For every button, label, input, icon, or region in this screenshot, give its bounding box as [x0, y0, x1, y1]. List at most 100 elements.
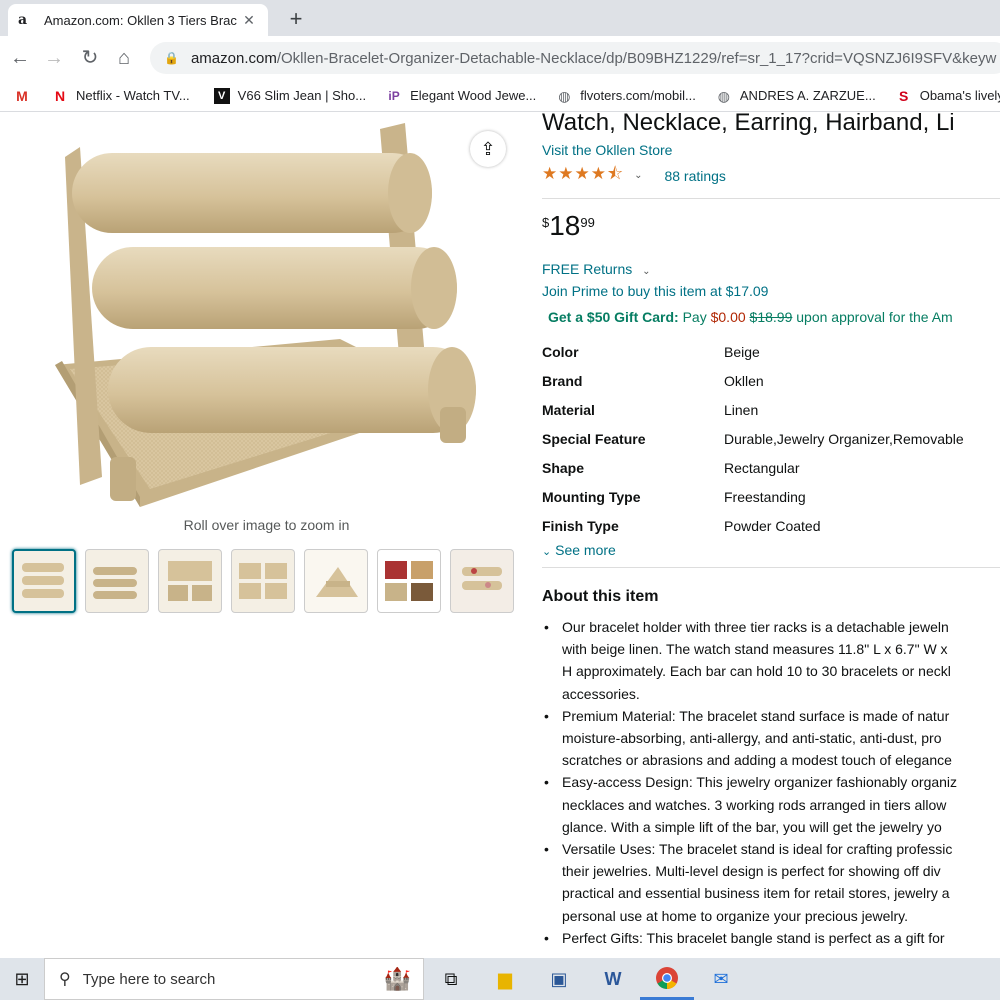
spec-value: Linen [724, 401, 759, 418]
windows-start-icon[interactable]: ⊞ [0, 969, 44, 990]
price: $ 18 99 [542, 211, 1000, 241]
thumbnail-7[interactable] [450, 549, 514, 613]
gift-pay-text: Pay [682, 309, 707, 325]
spec-row: Shape Rectangular [542, 453, 1000, 482]
chrome-logo-icon [656, 966, 678, 989]
store-link[interactable]: Visit the Okllen Store [542, 142, 1000, 158]
spec-value: Beige [724, 343, 760, 360]
file-explorer-icon[interactable]: ▆ [478, 958, 532, 1000]
share-icon: ⇪ [480, 139, 496, 159]
bookmark-obama[interactable]: S Obama's lively l [896, 88, 1000, 104]
gmail-icon: M [16, 87, 28, 104]
bookmark-label: Obama's lively l [919, 88, 1000, 103]
thumbnail-3[interactable] [158, 549, 222, 613]
about-line: with beige linen. The watch stand measur… [562, 641, 948, 658]
zoom-hint: Roll over image to zoom in [183, 517, 350, 533]
spec-key: Color [542, 343, 579, 360]
bookmark-gmail[interactable]: M [14, 88, 38, 104]
thumbnail-strip [12, 549, 523, 613]
taskbar-search[interactable]: ⚲ Type here to search 🏰 [44, 958, 424, 1000]
tab-title: Amazon.com: Okllen 3 Tiers Brac [44, 12, 237, 28]
chevron-down-icon: ⌄ [642, 266, 651, 277]
thumbnail-image [385, 561, 433, 601]
globe-icon: ◍ [558, 87, 571, 104]
about-line: H approximately. Each bar can hold 10 to… [562, 663, 951, 680]
thumbnail-4[interactable] [231, 549, 295, 613]
about-bullet: Easy-access Design: This jewelry organiz… [542, 771, 1000, 793]
gift-old-price: $18.99 [749, 309, 793, 325]
spec-row: Mounting Type Freestanding [542, 482, 1000, 511]
ratings-link[interactable]: 88 ratings [664, 168, 725, 184]
address-bar[interactable]: 🔒 amazon.com/Okllen-Bracelet-Organizer-D… [150, 42, 1000, 74]
close-icon[interactable]: ✕ [240, 12, 258, 29]
thumbnail-image [462, 567, 502, 590]
spec-key: Brand [542, 372, 583, 389]
taskbar: ⊞ ⚲ Type here to search 🏰 ⧉ ▆ ▣ W ✉ [0, 958, 1000, 1000]
store-icon[interactable]: ▣ [532, 958, 586, 1000]
spec-row: Color Beige [542, 337, 1000, 366]
prime-offer-link[interactable]: Join Prime to buy this item at $17.09 [542, 283, 1000, 299]
gift-tail-text: upon approval for the Am [796, 309, 953, 325]
reload-icon[interactable]: ↻ [76, 44, 104, 72]
task-view-icon[interactable]: ⧉ [424, 958, 478, 1000]
spec-key: Special Feature [542, 430, 646, 447]
thumbnail-image [93, 567, 137, 599]
amazon-favicon-icon: a [18, 12, 28, 28]
spec-key: Finish Type [542, 517, 619, 534]
rating-row: ★★★★⯪ ⌄ 88 ratings [542, 161, 1000, 190]
chevron-down-icon[interactable]: ⌄ [634, 170, 642, 181]
spec-value: Durable,Jewelry Organizer,Removable [724, 430, 964, 447]
url-host: amazon.com [190, 49, 277, 67]
see-more-label: See more [555, 542, 616, 558]
star-rating-icon[interactable]: ★★★★⯪ [542, 161, 624, 190]
browser-tab[interactable]: a Amazon.com: Okllen 3 Tiers Brac ✕ [8, 4, 268, 36]
about-line: practical and essential business item fo… [562, 885, 950, 902]
thumbnail-image [316, 567, 358, 597]
thumbnail-1[interactable] [12, 549, 76, 613]
ip-icon: iP [388, 88, 400, 103]
gift-card-offer[interactable]: Get a $50 Gift Card: Pay $0.00 $18.99 up… [542, 309, 1000, 325]
back-arrow-icon[interactable]: ← [6, 44, 34, 72]
mail-icon[interactable]: ✉ [694, 958, 748, 1000]
bookmark-label: Netflix - Watch TV... [76, 88, 190, 103]
spec-key: Shape [542, 459, 585, 476]
spec-row: Brand Okllen [542, 366, 1000, 395]
chrome-icon[interactable] [640, 958, 694, 1000]
home-icon[interactable]: ⌂ [110, 44, 138, 72]
about-bullets: Our bracelet holder with three tier rack… [542, 616, 1000, 949]
spec-table: Color Beige Brand Okllen Material Linen Spe… [542, 337, 1000, 540]
bookmark-elegant-wood[interactable]: iP Elegant Wood Jewe... [386, 88, 536, 104]
spec-value: Okllen [724, 372, 764, 389]
free-returns-label: FREE Returns [542, 261, 633, 277]
about-line: personal use at home to organize your pr… [562, 907, 909, 924]
free-returns-link[interactable]: FREE Returns ⌄ [542, 261, 1000, 277]
new-tab-button[interactable]: + [284, 6, 308, 32]
bookmark-andres[interactable]: ◍ ANDRES A. ZARZUE... [716, 88, 876, 104]
thumbnail-5[interactable] [304, 549, 368, 613]
about-heading: About this item [542, 588, 659, 605]
bookmark-label: flvoters.com/mobil... [580, 88, 696, 103]
word-icon[interactable]: W [586, 958, 640, 1000]
bookmark-label: ANDRES A. ZARZUE... [739, 88, 876, 103]
spec-key: Mounting Type [542, 488, 641, 505]
product-main-image[interactable] [40, 117, 500, 513]
divider [542, 567, 1000, 568]
thumbnail-6[interactable] [377, 549, 441, 613]
spec-value: Freestanding [724, 488, 806, 505]
share-button[interactable]: ⇪ [470, 131, 506, 167]
bookmark-netflix[interactable]: N Netflix - Watch TV... [52, 88, 190, 104]
bookmark-v66[interactable]: V V66 Slim Jean | Sho... [213, 87, 366, 104]
price-whole: 18 [549, 210, 581, 241]
search-placeholder: Type here to search [82, 970, 216, 988]
see-more-link[interactable]: ⌄ See more [542, 542, 1000, 558]
castle-icon: 🏰 [383, 966, 411, 991]
forward-arrow-icon[interactable]: → [40, 44, 68, 72]
about-line: accessories. [562, 685, 640, 702]
gift-card-label: Get a $50 Gift Card: [548, 309, 679, 325]
about-line: necklaces and watches. 3 working rods ar… [562, 796, 947, 813]
product-info: Watch, Necklace, Earring, Hairband, Li V… [542, 113, 1000, 949]
lock-icon: 🔒 [164, 51, 179, 65]
browser-toolbar: ← → ↻ ⌂ 🔒 amazon.com/Okllen-Bracelet-Org… [0, 36, 1000, 80]
bookmark-flvoters[interactable]: ◍ flvoters.com/mobil... [556, 88, 696, 104]
thumbnail-2[interactable] [85, 549, 149, 613]
